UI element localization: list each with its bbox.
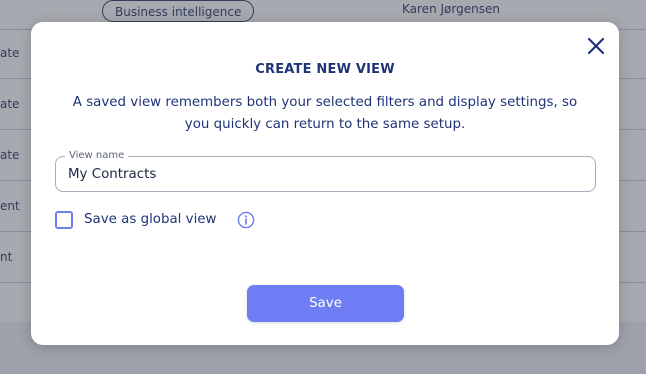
save-button[interactable]: Save [247,285,404,322]
info-icon[interactable] [237,211,255,229]
view-name-field[interactable]: View name [55,149,596,192]
view-name-input[interactable] [68,157,583,191]
dialog-title: CREATE NEW VIEW [255,62,395,77]
dialog-description: A saved view remembers both your selecte… [72,95,578,132]
global-view-label[interactable]: Save as global view [84,212,217,227]
create-view-dialog: CREATE NEW VIEW A saved view remembers b… [31,22,619,345]
global-view-checkbox[interactable] [55,211,73,229]
close-button[interactable] [584,34,608,58]
close-icon [587,37,605,55]
